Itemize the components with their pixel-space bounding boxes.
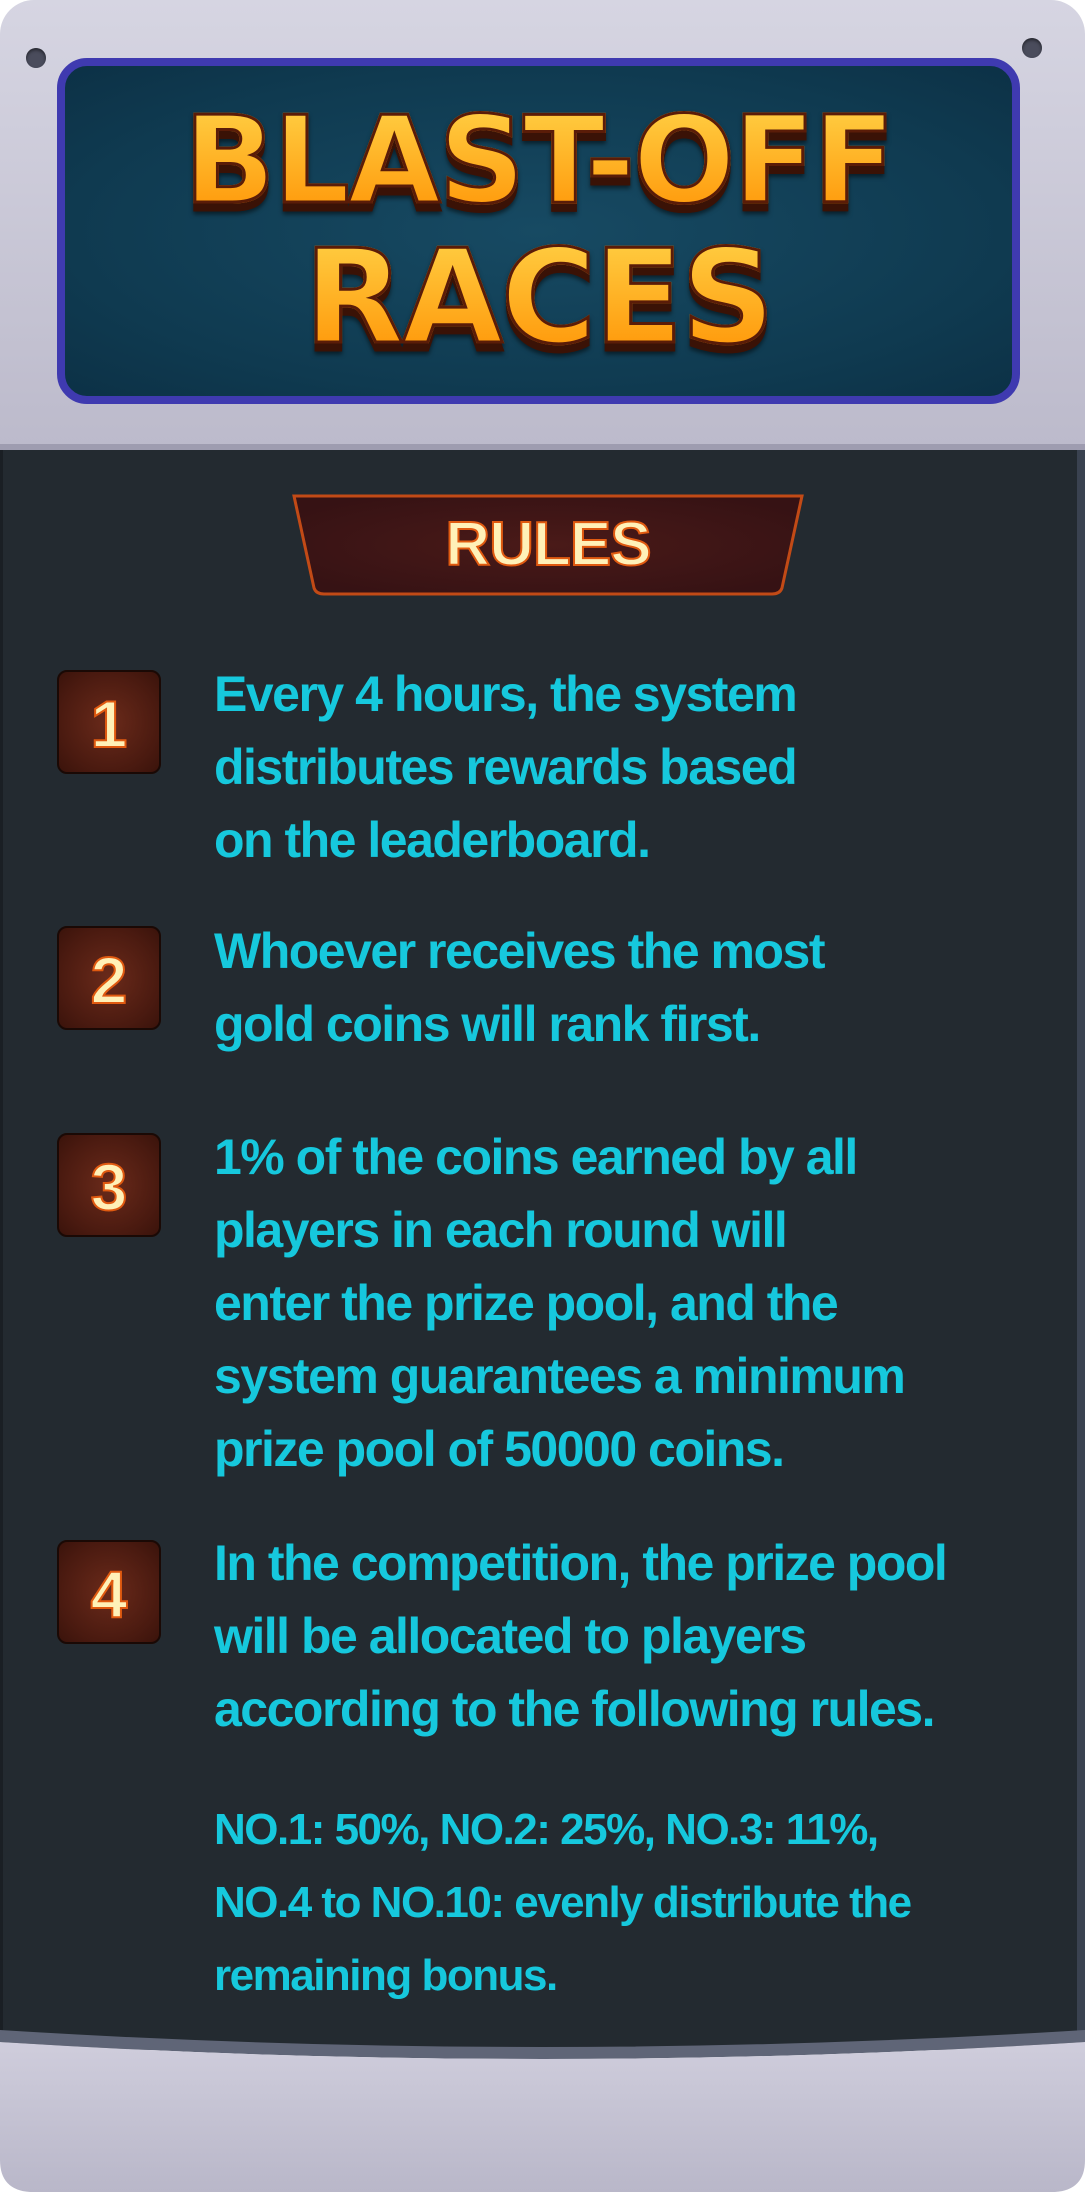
rule-number-badge: 4 bbox=[57, 1540, 161, 1644]
rule-text-3: 1% of the coins earned by all players in… bbox=[214, 1129, 906, 1477]
rules-panel: BLAST-OFF RACES RULES 1 Every 4 hours, t… bbox=[0, 0, 1085, 2195]
title-line-1: BLAST-OFF bbox=[65, 91, 1012, 233]
rule-number: 3 bbox=[90, 1149, 129, 1225]
rule-number-badge: 3 bbox=[57, 1133, 161, 1237]
bottom-frame bbox=[0, 2030, 1085, 2195]
rivet-icon bbox=[1022, 38, 1042, 58]
rule-number-badge: 2 bbox=[57, 926, 161, 1030]
rivet-icon bbox=[26, 48, 46, 68]
rule-number: 2 bbox=[90, 942, 129, 1018]
rule-number-badge: 1 bbox=[57, 670, 161, 774]
rules-header-tab: RULES bbox=[288, 492, 808, 598]
rule-text-1: Every 4 hours, the system distributes re… bbox=[214, 666, 798, 868]
rules-header-label: RULES bbox=[444, 509, 652, 580]
rule-number: 4 bbox=[90, 1556, 129, 1632]
title-line-2: RACES bbox=[65, 221, 1012, 374]
rule-number: 1 bbox=[90, 686, 129, 762]
rule-text-2: Whoever receives the most gold coins wil… bbox=[214, 923, 826, 1052]
title-screen: BLAST-OFF RACES bbox=[57, 58, 1020, 404]
rule-text-4: In the competition, the prize pool will … bbox=[214, 1535, 948, 1737]
prize-distribution-text: NO.1: 50%, NO.2: 25%, NO.3: 11%, NO.4 to… bbox=[214, 1805, 912, 2000]
title-frame: BLAST-OFF RACES bbox=[0, 0, 1085, 450]
